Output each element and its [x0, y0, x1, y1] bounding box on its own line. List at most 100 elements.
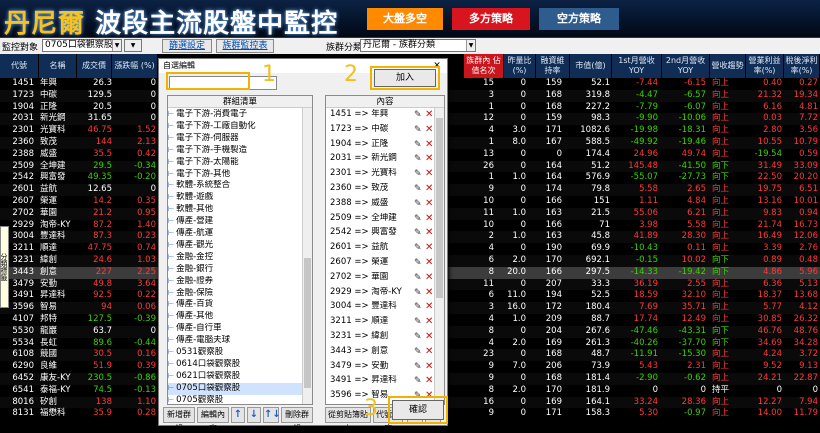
group-select[interactable]: 丹尼爾 - 族群分類 ▼	[360, 39, 476, 52]
content-item[interactable]: 2702 => 華園 ✎ ✕	[326, 272, 444, 284]
group-item[interactable]: ⊢ 傳產-觀光	[168, 240, 312, 252]
content-item[interactable]: 2929 => 淘帝-KY ✎ ✕	[326, 287, 444, 299]
content-list-scrollbar[interactable]	[434, 108, 444, 404]
col-net-margin[interactable]: 稅後淨利 率(%)	[784, 54, 820, 78]
monitor-select[interactable]: 0705口袋觀察股 ▼	[42, 39, 122, 52]
col-1st-yoy[interactable]: 1st月營收 YOY	[612, 54, 662, 78]
group-item[interactable]: ⊢ 0614口袋觀察股	[168, 359, 312, 371]
group-item[interactable]: ⊢ 電子下游-太陽能	[168, 157, 312, 169]
content-item[interactable]: 2542 => 興富發 ✎ ✕	[326, 227, 444, 239]
group-item[interactable]: ⊢ 金融-金控	[168, 252, 312, 264]
cell-y1: 3.98	[639, 219, 658, 230]
group-item[interactable]: ⊢ 金融-保險	[168, 288, 312, 300]
edit-icon[interactable]: ✎	[414, 243, 424, 253]
group-item[interactable]: ⊢ 傳產-營建	[168, 216, 312, 228]
edit-icon[interactable]: ✎	[414, 125, 424, 135]
edit-icon[interactable]: ✎	[414, 317, 424, 327]
group-item[interactable]: ⊢ 0621口袋觀察股	[168, 371, 312, 383]
edit-icon[interactable]: ✎	[414, 184, 424, 194]
group-item[interactable]: ⊢ 傳產-電腦夫球	[168, 335, 312, 347]
group-item[interactable]: ⊢ 0705口袋觀察股	[168, 382, 312, 395]
edit-icon[interactable]: ✎	[414, 169, 424, 179]
col-market-cap[interactable]: 市值(億)	[570, 54, 612, 78]
edit-icon[interactable]: ✎	[414, 362, 424, 372]
sort-button[interactable]: ↑↓	[263, 407, 281, 423]
content-item[interactable]: 1904 => 正隆 ✎ ✕	[326, 139, 444, 151]
edit-icon[interactable]: ✎	[414, 302, 424, 312]
edit-icon[interactable]: ✎	[414, 347, 424, 357]
filter-settings-button[interactable]: 篩選設定	[162, 39, 212, 53]
col-volume-ratio[interactable]: 昨量比 (%)	[504, 54, 536, 78]
cell-a: 0	[520, 184, 526, 195]
col-margin-ratio[interactable]: 融資維 持率	[536, 54, 570, 78]
content-item[interactable]: 3443 => 創意 ✎ ✕	[326, 346, 444, 358]
col-op-margin[interactable]: 營業利益 率(%)	[746, 54, 784, 78]
content-item[interactable]: 3231 => 緯創 ✎ ✕	[326, 331, 444, 343]
content-item[interactable]: 2607 => 榮運 ✎ ✕	[326, 257, 444, 269]
col-change[interactable]: 漲跌幅 (%)	[112, 54, 158, 78]
content-item[interactable]: 3491 => 昇達科 ✎ ✕	[326, 375, 444, 387]
content-item[interactable]: 2388 => 威盛 ✎ ✕	[326, 198, 444, 210]
group-item[interactable]: ⊢ 電子下游-其他	[168, 169, 312, 181]
group-item[interactable]: ⊢ 0705觀察股	[168, 395, 312, 404]
edit-icon[interactable]: ✎	[414, 288, 424, 298]
content-item[interactable]: 1723 => 中碳 ✎ ✕	[326, 124, 444, 136]
edit-icon[interactable]: ✎	[414, 273, 424, 283]
group-item[interactable]: ⊢ 金融-證券	[168, 276, 312, 288]
group-item[interactable]: ⊢ 電子下游-手機製造	[168, 145, 312, 157]
group-list-scrollbar[interactable]	[302, 108, 312, 404]
content-item[interactable]: 2601 => 益航 ✎ ✕	[326, 242, 444, 254]
group-item[interactable]: ⊢ 傳產-航運	[168, 228, 312, 240]
group-item[interactable]: ⊢ 軟體-系統整合	[168, 180, 312, 192]
group-item[interactable]: ⊢ 傳產-其他	[168, 311, 312, 323]
group-item[interactable]: ⊢ 電子下游-伺服器	[168, 133, 312, 145]
col-group-rank[interactable]: 族群內 佔值名次	[464, 54, 504, 78]
cell-b: 169	[545, 396, 562, 407]
scroll-thumb[interactable]	[436, 118, 443, 298]
tab-long-strategy[interactable]: 多方策略	[452, 8, 530, 30]
col-price[interactable]: 成交價	[77, 54, 112, 78]
content-item[interactable]: 2031 => 新光鋼 ✎ ✕	[326, 153, 444, 165]
monitor-label: 監控對象	[2, 43, 39, 53]
col-name[interactable]: 名稱	[39, 54, 77, 78]
edit-icon[interactable]: ✎	[414, 214, 424, 224]
group-item[interactable]: ⊢ 傳產-自行車	[168, 323, 312, 335]
tab-market-trend[interactable]: 大盤多空	[367, 8, 443, 30]
edit-content-button[interactable]: 編輯內容	[197, 407, 229, 433]
content-item[interactable]: 3211 => 順達 ✎ ✕	[326, 316, 444, 328]
content-item[interactable]: 2360 => 致茂 ✎ ✕	[326, 183, 444, 195]
monitor-menu-button[interactable]: ▼	[124, 39, 142, 52]
edit-icon[interactable]: ✎	[414, 199, 424, 209]
col-code[interactable]: 代號	[0, 54, 39, 78]
content-item[interactable]: 2301 => 光寶科 ✎ ✕	[326, 168, 444, 180]
edit-icon[interactable]: ✎	[414, 140, 424, 150]
content-item[interactable]: 3004 => 豐達科 ✎ ✕	[326, 301, 444, 313]
edit-icon[interactable]: ✎	[414, 154, 424, 164]
group-monitor-button[interactable]: 族群監控表	[216, 39, 274, 53]
scroll-thumb[interactable]	[304, 258, 311, 388]
edit-icon[interactable]: ✎	[414, 332, 424, 342]
content-item[interactable]: 1451 => 年興 ✎ ✕	[326, 109, 444, 121]
tab-short-strategy[interactable]: 空方策略	[539, 8, 619, 30]
group-item[interactable]: ⊢ 金融-銀行	[168, 264, 312, 276]
group-item[interactable]: ⊢ 電子下游-工廠自動化	[168, 121, 312, 133]
move-down-button[interactable]: ↓	[247, 407, 261, 423]
group-item[interactable]: ⊢ 電子下游-消費電子	[168, 109, 312, 121]
move-up-button[interactable]: ↑	[231, 407, 245, 423]
col-revenue-trend[interactable]: 營收趨勢	[710, 54, 746, 78]
content-item[interactable]: 3479 => 安勤 ✎ ✕	[326, 361, 444, 373]
edit-icon[interactable]: ✎	[414, 258, 424, 268]
edit-icon[interactable]: ✎	[414, 228, 424, 238]
edit-icon[interactable]: ✎	[414, 110, 424, 120]
delete-group-button[interactable]: 刪除群組	[281, 407, 313, 433]
cell-a: 8.0	[512, 137, 526, 147]
group-item[interactable]: ⊢ 軟體-其他	[168, 204, 312, 216]
edit-icon[interactable]: ✎	[414, 376, 424, 386]
col-2nd-yoy[interactable]: 2nd月營收 YOY	[662, 54, 710, 78]
group-item[interactable]: ⊢ 軟體-遊戲	[168, 192, 312, 204]
add-group-button[interactable]: 新增群組	[163, 407, 195, 433]
content-item[interactable]: 2509 => 全坤建 ✎ ✕	[326, 213, 444, 225]
side-tab[interactable]: 分類標籤	[0, 226, 9, 308]
group-item[interactable]: ⊢ 傳產-百貨	[168, 299, 312, 311]
group-item[interactable]: ⊢ 0531觀察股	[168, 347, 312, 359]
